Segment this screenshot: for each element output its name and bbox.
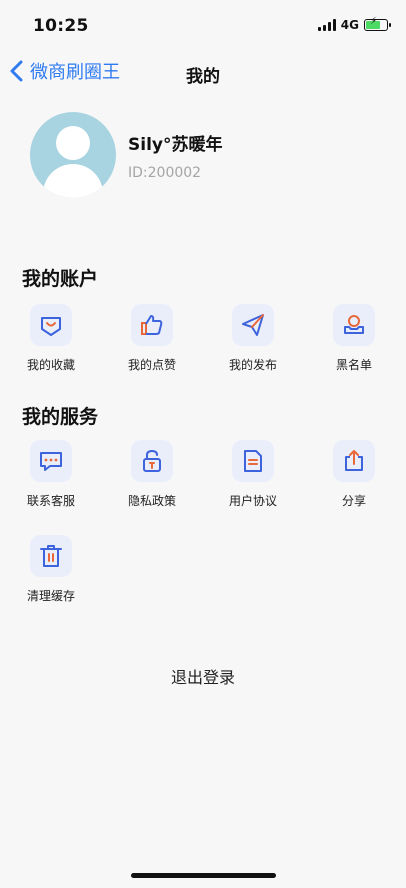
thumbs-up-icon xyxy=(141,315,163,335)
menu-item-label: 分享 xyxy=(341,494,366,508)
menu-item-contact-support[interactable]: 联系客服 xyxy=(11,440,91,509)
menu-item-share[interactable]: 分享 xyxy=(314,440,394,509)
status-time: 10:25 xyxy=(33,16,89,36)
user-block-icon xyxy=(344,315,364,334)
user-info: Sily°苏暖年 ID:200002 xyxy=(128,130,222,181)
status-bar: 10:25 4G xyxy=(0,0,406,52)
status-indicators: 4G xyxy=(317,16,391,32)
section-title-account: 我的账户 xyxy=(22,268,99,290)
heart-box-icon xyxy=(41,317,61,336)
avatar[interactable] xyxy=(30,112,116,198)
avatar-body-shape xyxy=(43,164,103,198)
menu-item-posts[interactable]: 我的发布 xyxy=(213,304,293,373)
menu-item-privacy-policy[interactable]: 隐私政策 xyxy=(112,440,192,509)
logout-button[interactable]: 退出登录 xyxy=(0,664,406,688)
avatar-head-shape xyxy=(56,126,90,160)
menu-item-favorites[interactable]: 我的收藏 xyxy=(11,304,91,373)
signal-icon xyxy=(317,19,336,31)
section-title-service: 我的服务 xyxy=(22,406,99,428)
trash-icon xyxy=(40,545,62,567)
privacy-icon-box xyxy=(131,440,173,482)
padlock-icon xyxy=(143,449,161,472)
menu-item-label: 我的发布 xyxy=(228,358,277,372)
menu-item-label: 我的收藏 xyxy=(26,358,75,372)
share-icon-box xyxy=(333,440,375,482)
page-title: 我的 xyxy=(186,67,220,87)
menu-item-label: 联系客服 xyxy=(26,494,75,508)
menu-item-label: 清理缓存 xyxy=(26,589,75,603)
agreement-icon-box xyxy=(232,440,274,482)
menu-item-label: 我的点赞 xyxy=(127,358,176,372)
menu-item-label: 用户协议 xyxy=(228,494,277,508)
menu-item-clear-cache[interactable]: 清理缓存 xyxy=(11,535,91,604)
document-icon xyxy=(244,450,262,472)
chat-bubble-icon xyxy=(40,452,62,471)
posts-icon-box xyxy=(232,304,274,346)
user-id: ID:200002 xyxy=(128,164,202,181)
profile-header[interactable]: Sily°苏暖年 ID:200002 xyxy=(30,112,222,198)
menu-item-label: 黑名单 xyxy=(335,358,372,372)
favorites-icon-box xyxy=(30,304,72,346)
support-icon-box xyxy=(30,440,72,482)
nav-bar: 微商刷圈王 我的 xyxy=(0,52,406,96)
share-icon xyxy=(345,450,363,471)
menu-item-likes[interactable]: 我的点赞 xyxy=(112,304,192,373)
paper-plane-icon xyxy=(242,314,264,336)
likes-icon-box xyxy=(131,304,173,346)
clear-cache-icon-box xyxy=(30,535,72,577)
menu-item-user-agreement[interactable]: 用户协议 xyxy=(213,440,293,509)
network-type: 4G xyxy=(340,18,359,32)
menu-item-label: 隐私政策 xyxy=(127,494,176,508)
battery-icon xyxy=(364,16,391,31)
home-indicator xyxy=(131,873,276,878)
blacklist-icon-box xyxy=(333,304,375,346)
menu-item-blacklist[interactable]: 黑名单 xyxy=(314,304,394,373)
user-name: Sily°苏暖年 xyxy=(128,134,223,155)
